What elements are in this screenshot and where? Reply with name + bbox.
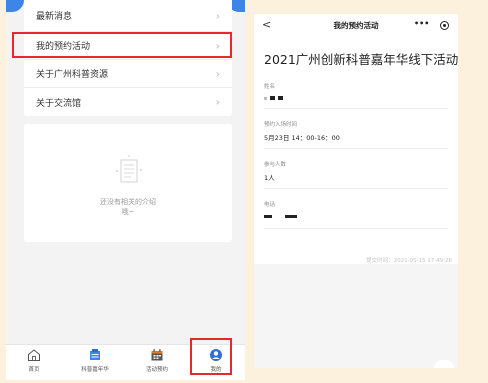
phone-field: 电话 [264,200,449,220]
menu-item-label: 最新消息 [36,12,73,22]
menu-item-about-resources[interactable]: 关于广州科普资源 › [24,60,232,88]
divider [264,228,448,229]
empty-document-icon [116,155,142,183]
time-value: 5月23日 14：00-16：00 [264,134,340,142]
phone-label: 电话 [264,202,276,208]
menu-item-about-exchange-hall[interactable]: 关于交流馆 › [24,88,232,116]
highlight-box-tab-mine [190,338,232,375]
count-value: 1人 [264,174,275,182]
menu-list: 最新消息 › 我的预约活动 › 关于广州科普资源 › 关于交流馆 › [24,0,232,116]
empty-state-card: 还没有相关的介绍 哦~ [24,124,232,242]
empty-state-text: 还没有相关的介绍 哦~ [100,198,156,216]
home-icon [28,349,40,361]
calendar-icon [151,349,163,361]
carnival-icon [90,349,100,360]
header-background-left [6,0,24,12]
chevron-right-icon: › [215,95,220,109]
tab-carnival[interactable]: 科普嘉年华 [70,348,120,373]
tab-label: 首页 [28,367,40,373]
highlight-box-my-reservations [12,32,232,58]
reservation-detail-card: 2021广州创新科普嘉年华线下活动 姓名 预约入场时间 5月23日 14：00-… [254,38,458,264]
count-field: 参与人数 1人 [264,160,449,182]
tab-label: 科普嘉年华 [81,367,109,373]
name-label: 姓名 [264,84,276,90]
name-field: 姓名 [264,82,449,102]
divider [264,188,448,189]
menu-item-latest-news[interactable]: 最新消息 › [24,0,232,32]
scroll-edge [434,360,454,368]
menu-item-label: 关于交流馆 [36,98,82,109]
phone-value-masked [264,212,449,220]
divider [264,148,448,149]
right-phone-screen: < 我的预约活动 ••• 2021广州创新科普嘉年华线下活动 姓名 预约入场时间… [254,14,458,368]
tab-label: 活动预约 [145,367,168,373]
menu-item-label: 关于广州科普资源 [36,70,109,80]
submit-time: 提交时间：2021-05-15 17:49:26 [366,258,452,264]
tab-home[interactable]: 首页 [9,348,59,373]
close-target-icon[interactable] [440,21,449,30]
chevron-right-icon: › [215,9,220,22]
time-field: 预约入场时间 5月23日 14：00-16：00 [264,120,449,142]
name-value-masked [264,94,449,102]
count-label: 参与人数 [264,162,287,168]
event-title: 2021广州创新科普嘉年华线下活动 [264,52,458,67]
more-icon[interactable]: ••• [414,19,429,28]
navigation-bar: < 我的预约活动 ••• [254,14,458,38]
divider [264,108,448,109]
chevron-right-icon: › [215,67,220,80]
tab-reservation[interactable]: 活动预约 [132,348,182,373]
time-label: 预约入场时间 [264,122,298,128]
mini-program-capsule: ••• [410,18,452,33]
